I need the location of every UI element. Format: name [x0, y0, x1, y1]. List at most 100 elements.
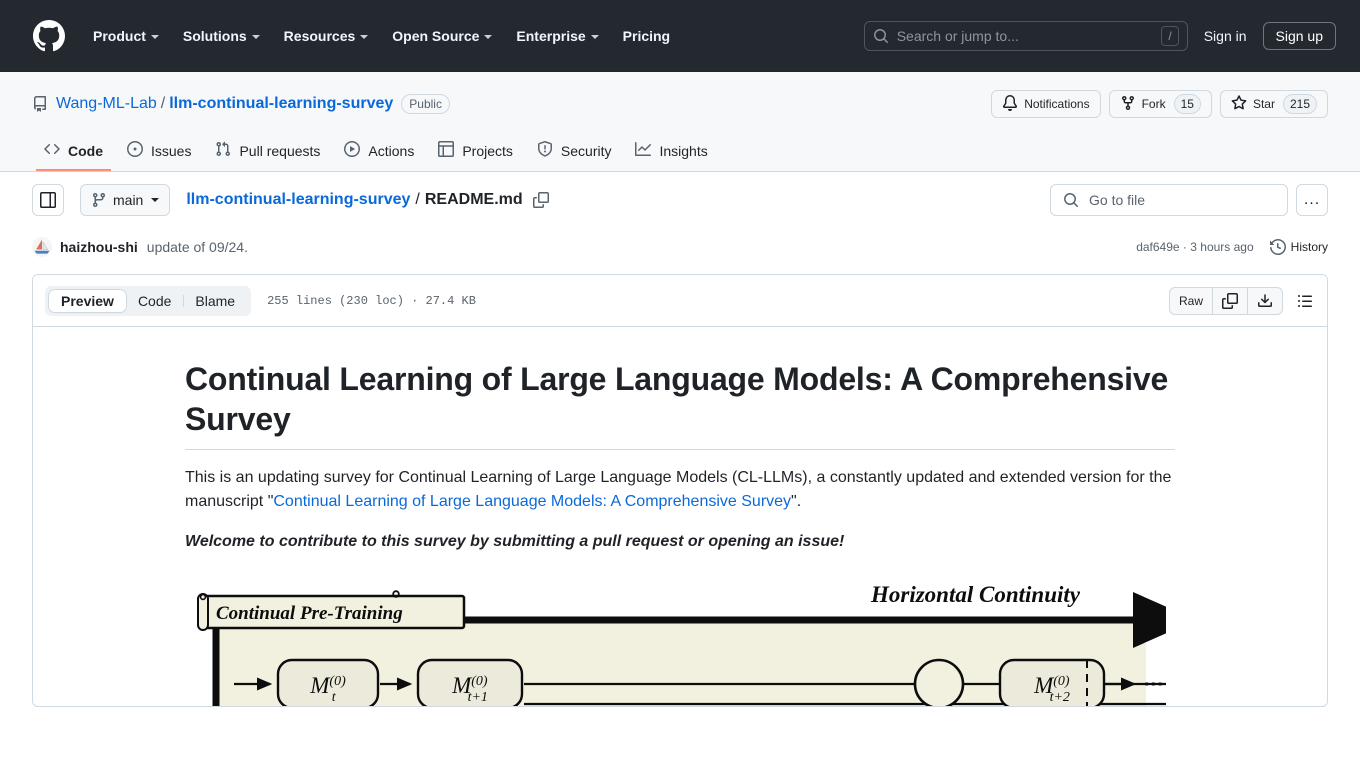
fork-count: 15: [1173, 94, 1201, 114]
tab-issues[interactable]: Issues: [119, 134, 199, 171]
figure-axis-label: Horizontal Continuity: [870, 582, 1081, 607]
tab-preview[interactable]: Preview: [49, 289, 126, 312]
file-stats: 255 lines (230 loc) · 27.4 KB: [267, 293, 476, 308]
continual-learning-diagram: Horizontal Continuity Continual Pre-Trai…: [197, 582, 1166, 706]
tab-code[interactable]: Code: [126, 290, 183, 312]
tab-code[interactable]: Code: [36, 134, 111, 171]
nav-label: Open Source: [392, 27, 480, 44]
bell-icon: [1002, 94, 1018, 114]
sailboat-avatar-icon: [32, 237, 52, 257]
breadcrumb-file-name: README.md: [424, 191, 523, 208]
history-label: History: [1290, 240, 1328, 254]
repo-owner-link[interactable]: Wang-ML-Lab: [56, 95, 157, 113]
file-view-tabs: Preview Code Blame: [45, 285, 252, 316]
file-action-button-group: Raw: [1168, 286, 1283, 315]
notifications-label: Notifications: [1024, 97, 1090, 111]
tab-blame[interactable]: Blame: [183, 290, 247, 312]
chevron-down-icon: [590, 34, 599, 39]
intro-text-post: ".: [791, 493, 802, 510]
breadcrumb-repo-link[interactable]: llm-continual-learning-survey: [186, 191, 410, 209]
branch-name: main: [113, 192, 144, 208]
tab-insights[interactable]: Insights: [627, 134, 715, 171]
commit-dot: ·: [1182, 240, 1187, 254]
star-button[interactable]: Star 215: [1219, 90, 1328, 118]
history-icon: [1269, 239, 1286, 255]
more-options-button[interactable]: ...: [1296, 184, 1328, 216]
download-raw-file-button[interactable]: [1248, 288, 1282, 314]
breadcrumb-separator: /: [415, 191, 420, 208]
page-title: Continual Learning of Large Language Mod…: [185, 359, 1175, 450]
nav-label: Solutions: [182, 27, 247, 44]
nav-item-open-source[interactable]: Open Source: [380, 20, 504, 52]
tab-label: Issues: [151, 142, 192, 159]
tab-label: Code: [68, 142, 103, 159]
search-shortcut-key: /: [1161, 25, 1179, 46]
avatar[interactable]: [32, 237, 52, 257]
repo-actions: Notifications Fork 15 Star 215: [991, 90, 1328, 118]
commit-meta-group: daf649e · 3 hours ago History: [1136, 239, 1328, 255]
tab-projects[interactable]: Projects: [430, 134, 521, 171]
list-unordered-icon: [1298, 294, 1312, 307]
copy-icon: [1222, 292, 1238, 309]
repo-name-link[interactable]: llm-continual-learning-survey: [169, 95, 393, 113]
chevron-down-icon: [360, 34, 369, 39]
branch-selector-button[interactable]: main: [80, 184, 171, 216]
nav-label: Resources: [283, 27, 356, 44]
node-sub: t+1: [468, 690, 488, 705]
sign-in-link[interactable]: Sign in: [1204, 28, 1247, 44]
kebab-icon: ...: [1303, 191, 1321, 208]
tab-security[interactable]: Security: [529, 134, 620, 171]
nav-item-enterprise[interactable]: Enterprise: [504, 20, 610, 52]
nav-item-resources[interactable]: Resources: [272, 20, 381, 52]
copy-path-icon[interactable]: [532, 192, 549, 208]
global-header: Product Solutions Resources Open Source …: [0, 0, 1360, 72]
search-icon: [873, 28, 889, 44]
chevron-down-icon: [484, 34, 493, 39]
raw-button[interactable]: Raw: [1170, 287, 1213, 314]
repo-tabs: Code Issues Pull requests Actions Projec…: [32, 134, 1328, 171]
welcome-contribute-text: Welcome to contribute to this survey by …: [185, 533, 845, 550]
repo-title-row: Wang-ML-Lab / llm-continual-learning-sur…: [32, 88, 1328, 120]
chevron-down-icon: [151, 198, 160, 202]
star-count: 215: [1282, 94, 1317, 114]
nav-item-solutions[interactable]: Solutions: [171, 20, 272, 52]
fork-button[interactable]: Fork 15: [1108, 90, 1212, 118]
tab-actions[interactable]: Actions: [336, 134, 422, 171]
fork-label: Fork: [1141, 97, 1166, 111]
history-link[interactable]: History: [1269, 239, 1328, 255]
commit-message[interactable]: update of 09/24.: [147, 239, 248, 255]
nav-item-pricing[interactable]: Pricing: [611, 20, 682, 52]
go-to-file-input[interactable]: Go to file: [1050, 184, 1288, 216]
tab-pull-requests[interactable]: Pull requests: [207, 134, 328, 171]
chevron-down-icon: [251, 34, 260, 39]
tab-label: Pull requests: [239, 142, 321, 159]
notifications-button[interactable]: Notifications: [991, 90, 1101, 118]
copy-raw-content-button[interactable]: [1213, 287, 1248, 314]
global-header-right: Search or jump to... / Sign in Sign up: [863, 20, 1344, 51]
repo-icon: [32, 96, 48, 112]
node-base: M: [309, 673, 331, 698]
node-sup: (0): [471, 674, 488, 689]
commit-author-link[interactable]: haizhou-shi: [60, 239, 138, 255]
node-sub: t+2: [1050, 690, 1070, 705]
file-content-box: Preview Code Blame 255 lines (230 loc) ·…: [32, 274, 1328, 707]
nav-label: Pricing: [622, 27, 671, 44]
search-input[interactable]: Search or jump to... /: [863, 20, 1188, 51]
commit-sha-and-time: daf649e · 3 hours ago: [1136, 240, 1253, 254]
outline-toggle-button[interactable]: [1291, 287, 1319, 315]
figure-merge-node: [913, 658, 965, 706]
node-sup: (0): [329, 674, 346, 689]
manuscript-link[interactable]: Continual Learning of Large Language Mod…: [273, 493, 791, 510]
tab-label: Insights: [659, 142, 708, 159]
tab-label: Actions: [368, 142, 415, 159]
sidebar-toggle-button[interactable]: [32, 184, 64, 216]
nav-item-product[interactable]: Product: [81, 20, 171, 52]
chevron-down-icon: [150, 34, 159, 39]
sign-up-button[interactable]: Sign up: [1262, 21, 1336, 50]
go-to-file-placeholder: Go to file: [1089, 192, 1146, 208]
issue-opened-icon: [127, 141, 143, 160]
github-logo-icon[interactable]: [33, 19, 65, 52]
commit-time: 3 hours ago: [1190, 240, 1254, 254]
tab-label: Security: [560, 142, 612, 159]
commit-sha[interactable]: daf649e: [1136, 240, 1179, 254]
